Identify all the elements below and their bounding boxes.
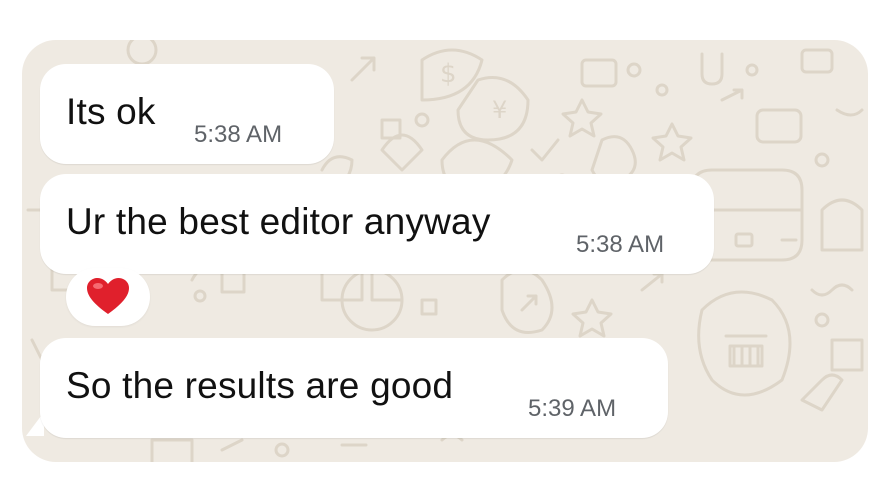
message-timestamp: 5:38 AM [194,121,283,148]
reaction-badge[interactable] [66,268,150,326]
message-text: Its ok [66,91,156,132]
message-bubble[interactable]: Ur the best editor anyway 5:38 AM [40,174,714,274]
chat-panel: $ ¥ Its ok 5:38 AM Ur the best editor an… [22,40,868,462]
heart-icon [87,278,129,314]
message-timestamp: 5:38 AM [576,231,665,258]
message-timestamp: 5:39 AM [528,395,617,422]
message-bubble[interactable]: Its ok 5:38 AM [40,64,334,164]
message-text: Ur the best editor anyway [66,201,491,242]
message-text: So the results are good [66,365,454,406]
svg-text:¥: ¥ [492,96,507,124]
message-bubble[interactable]: So the results are good 5:39 AM [40,338,668,438]
svg-text:$: $ [440,59,457,89]
